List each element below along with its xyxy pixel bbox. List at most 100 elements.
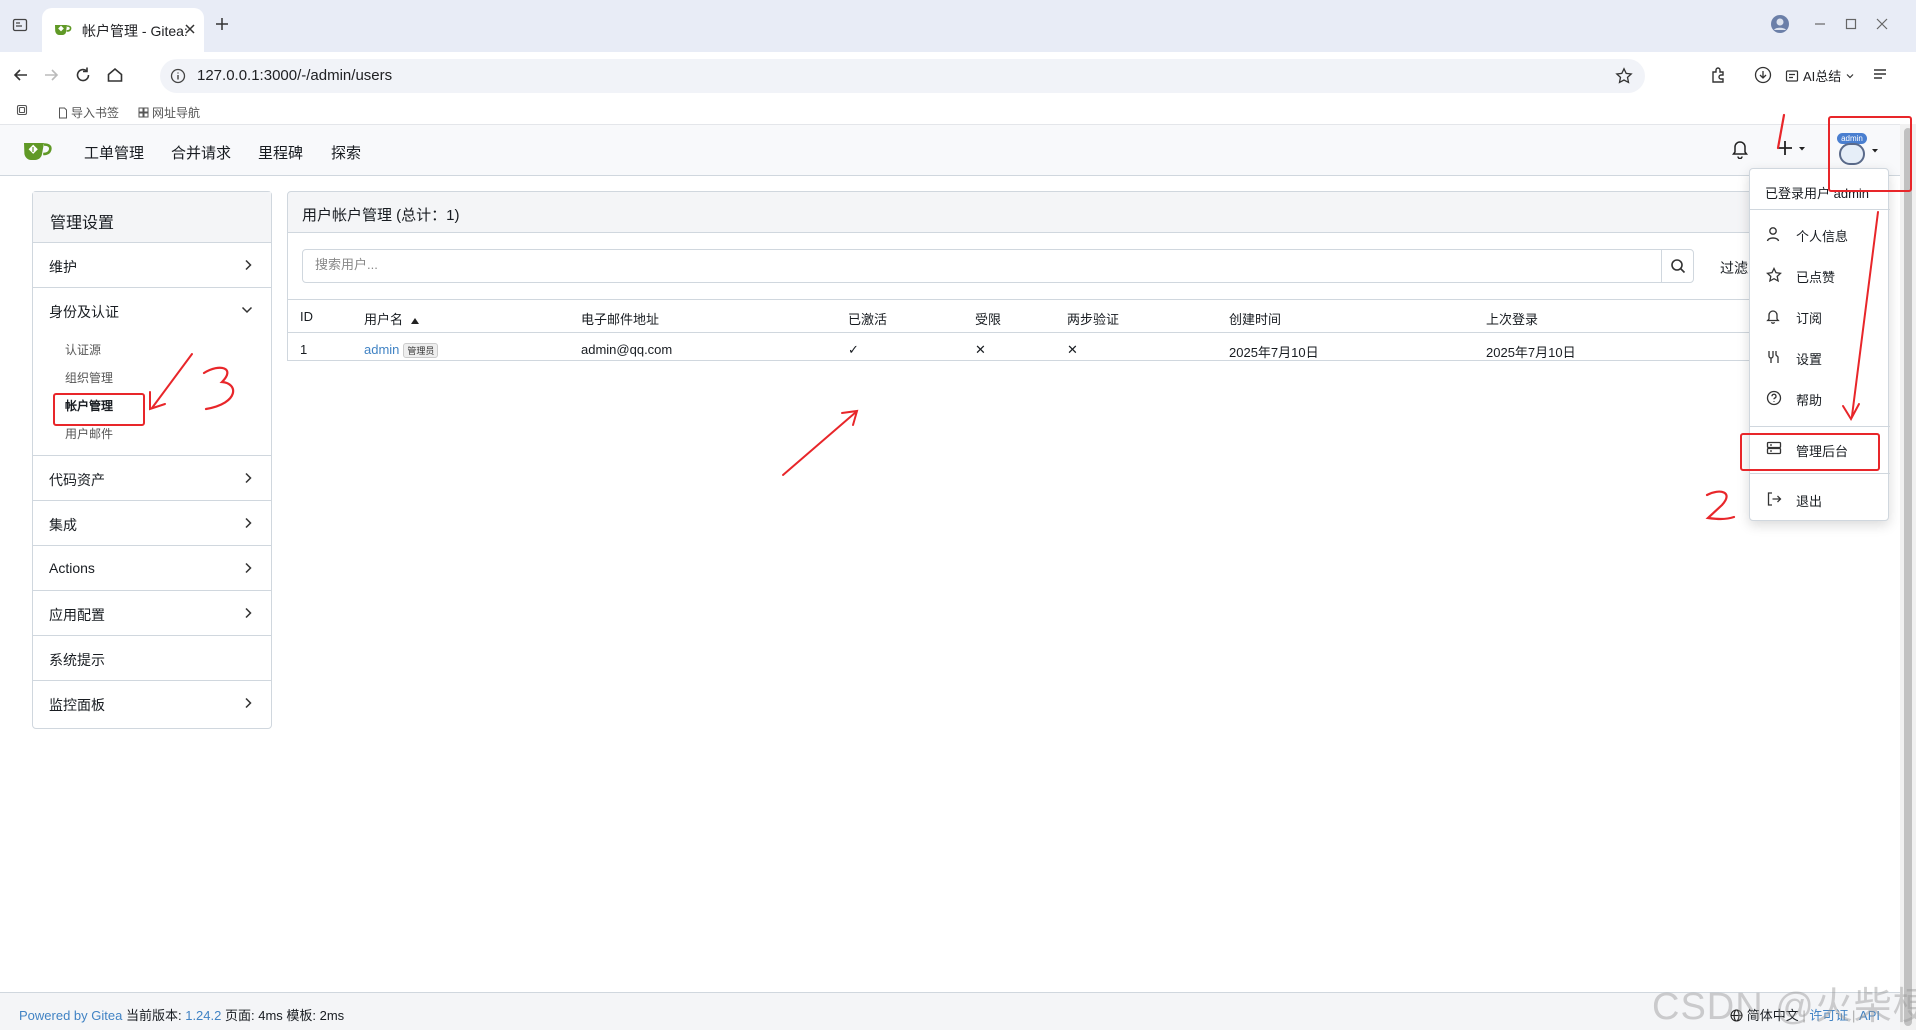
sidebar-item-identity[interactable]: 身份及认证 <box>49 302 119 322</box>
menu-lines-icon[interactable] <box>1872 66 1888 82</box>
sidebar-item-label: 系统提示 <box>49 652 105 668</box>
cell-email: admin@qq.com <box>581 342 673 357</box>
search-icon <box>1671 259 1686 274</box>
download-icon[interactable] <box>1754 66 1772 84</box>
menu-item-settings[interactable]: 设置 <box>1750 337 1890 377</box>
filter-dropdown[interactable]: 过滤 <box>1720 258 1748 278</box>
new-tab-icon[interactable] <box>214 16 230 32</box>
profile-icon[interactable] <box>1770 14 1790 34</box>
tab-title: 帐户管理 - Gitea: <box>82 23 188 39</box>
bookmarks-bar: 导入书签 网址导航 <box>0 100 1916 124</box>
star-icon <box>1766 267 1782 283</box>
sidebar-subitem-emails[interactable]: 用户邮件 <box>65 425 113 442</box>
reload-icon[interactable] <box>74 66 92 84</box>
bell-icon <box>1766 310 1780 324</box>
bookmark-nav[interactable]: 网址导航 <box>138 104 200 121</box>
page-footer: Powered by Gitea 当前版本: 1.24.2 页面: 4ms 模板… <box>0 992 1900 1030</box>
plus-icon <box>1778 141 1792 155</box>
gitea-favicon-icon <box>54 22 72 36</box>
sidebar-item-app-config[interactable]: 应用配置 <box>33 591 271 636</box>
forward-arrow-icon[interactable] <box>42 66 60 84</box>
caret-down-icon <box>1872 149 1878 153</box>
sidebar-item-notices[interactable]: 系统提示 <box>33 636 271 681</box>
col-restricted[interactable]: 受限 <box>975 309 1001 328</box>
sidebar-item-label: 维护 <box>49 259 77 275</box>
sidebar-item-label: 集成 <box>49 517 77 533</box>
cell-last-login: 2025年7月10日 <box>1486 345 1576 360</box>
col-username[interactable]: 用户名 <box>364 309 420 328</box>
cell-username: admin 管理员 <box>364 342 439 359</box>
maximize-icon[interactable] <box>1845 18 1857 30</box>
sidebar-item-monitor[interactable]: 监控面板 <box>33 681 271 726</box>
nav-issues[interactable]: 工单管理 <box>84 142 144 163</box>
menu-item-label: 退出 <box>1796 494 1823 509</box>
url-text[interactable]: 127.0.0.1:3000/-/admin/users <box>197 67 392 84</box>
ai-summary-button[interactable]: AI总结 <box>1785 66 1855 85</box>
sidebar-item-code-assets[interactable]: 代码资产 <box>33 456 271 501</box>
bookmark-import[interactable]: 导入书签 <box>58 104 119 121</box>
bookmark-nav-label: 网址导航 <box>152 106 201 120</box>
user-search-box <box>302 249 1694 283</box>
chevron-right-icon <box>243 472 253 484</box>
window-menu-icon[interactable] <box>12 17 28 33</box>
menu-item-subscriptions[interactable]: 订阅 <box>1750 296 1890 336</box>
menu-item-help[interactable]: 帮助 <box>1750 378 1890 418</box>
person-icon <box>1766 227 1780 242</box>
username-link[interactable]: admin <box>364 342 399 357</box>
sidebar-item-label: 代码资产 <box>49 472 105 488</box>
col-activated[interactable]: 已激活 <box>848 309 887 328</box>
ai-summary-label: AI总结 <box>1803 69 1842 84</box>
sidebar-subitem-auth-sources[interactable]: 认证源 <box>65 341 101 358</box>
sidebar-subitem-accounts[interactable]: 帐户管理 <box>65 397 113 414</box>
extensions-icon[interactable] <box>1710 66 1728 84</box>
menu-item-site-admin[interactable]: 管理后台 <box>1750 429 1890 469</box>
sort-up-icon <box>411 317 420 324</box>
bookmarks-toggle-icon[interactable] <box>16 104 28 116</box>
user-avatar-button[interactable]: admin <box>1836 133 1880 167</box>
sidebar-item-actions[interactable]: Actions <box>33 546 271 591</box>
gitea-logo-icon[interactable] <box>22 138 54 162</box>
sidebar-group-identity: 身份及认证 认证源 组织管理 帐户管理 用户邮件 <box>33 288 271 456</box>
col-id[interactable]: ID <box>300 309 313 324</box>
close-tab-icon[interactable] <box>182 21 198 37</box>
site-info-icon[interactable] <box>170 68 186 84</box>
search-button[interactable] <box>1661 250 1693 282</box>
powered-by-link[interactable]: Powered by Gitea <box>19 1008 122 1023</box>
home-icon[interactable] <box>106 66 124 84</box>
chevron-right-icon <box>243 517 253 529</box>
sidebar-subitem-orgs[interactable]: 组织管理 <box>65 369 113 386</box>
user-search-input[interactable] <box>315 257 1615 272</box>
close-window-icon[interactable] <box>1876 18 1888 30</box>
menu-item-label: 已点赞 <box>1796 270 1836 285</box>
page-scrollbar[interactable] <box>1900 124 1916 1030</box>
gitea-navbar: 工单管理 合并请求 里程碑 探索 admin <box>0 124 1900 176</box>
file-icon <box>59 107 67 118</box>
create-menu-button[interactable] <box>1776 139 1807 157</box>
col-email[interactable]: 电子邮件地址 <box>581 309 659 328</box>
chevron-right-icon <box>243 697 253 709</box>
version-link[interactable]: 1.24.2 <box>185 1008 221 1023</box>
col-last-login[interactable]: 上次登录 <box>1486 309 1538 328</box>
nav-explore[interactable]: 探索 <box>331 142 361 163</box>
col-created[interactable]: 创建时间 <box>1229 309 1281 328</box>
address-bar[interactable]: 127.0.0.1:3000/-/admin/users <box>160 59 1645 93</box>
bookmark-star-icon[interactable] <box>1615 67 1633 85</box>
nav-pull-requests[interactable]: 合并请求 <box>171 142 231 163</box>
menu-item-profile[interactable]: 个人信息 <box>1750 214 1890 254</box>
chevron-down-icon[interactable] <box>241 305 253 315</box>
notification-bell-icon[interactable] <box>1731 139 1749 159</box>
tools-icon <box>1768 351 1779 363</box>
menu-item-starred[interactable]: 已点赞 <box>1750 255 1890 295</box>
minimize-icon[interactable] <box>1814 18 1826 30</box>
sidebar-item-integrations[interactable]: 集成 <box>33 501 271 546</box>
csdn-watermark: CSDN @火柴梗! <box>1652 986 1916 1028</box>
ai-summary-icon <box>1785 69 1799 82</box>
browser-tab[interactable]: 帐户管理 - Gitea: <box>42 8 204 52</box>
nav-milestones[interactable]: 里程碑 <box>258 142 303 163</box>
back-arrow-icon[interactable] <box>12 66 30 84</box>
sidebar-item-maintenance[interactable]: 维护 <box>33 243 271 288</box>
col-two-factor[interactable]: 两步验证 <box>1067 309 1119 328</box>
check-icon: ✓ <box>848 342 859 357</box>
menu-item-sign-out[interactable]: 退出 <box>1750 479 1890 519</box>
panel-title: 用户帐户管理 (总计：1) <box>287 191 1767 233</box>
